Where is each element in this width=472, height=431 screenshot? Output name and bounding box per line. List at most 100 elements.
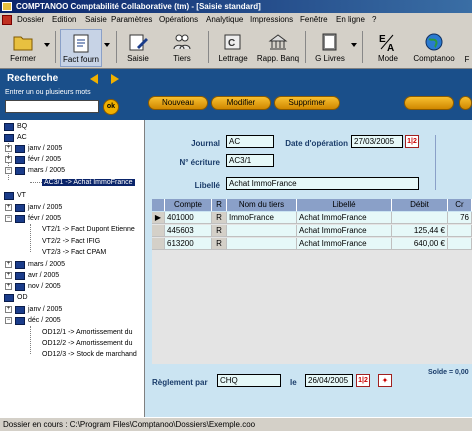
menu-help[interactable]: ? <box>372 13 376 27</box>
expand-icon[interactable]: + <box>5 261 12 268</box>
tree-entry-vt2-1[interactable]: VT2/1 -> Fact Dupont Etienne <box>42 224 135 235</box>
col-libelle[interactable]: Libellé <box>297 199 392 211</box>
reglement-field[interactable]: CHQ <box>217 374 281 387</box>
tree-node-ac-mars[interactable]: mars / 2005 <box>15 165 65 176</box>
menu-dossier[interactable]: Dossier <box>17 13 44 27</box>
globe-icon <box>425 33 443 51</box>
g-livres-button[interactable]: G Livres <box>310 29 350 67</box>
col-r[interactable]: R <box>212 199 227 211</box>
fact-fourn-dropdown-icon[interactable] <box>104 43 110 47</box>
libelle-label: Libellé <box>194 181 220 190</box>
reglement-action-icon[interactable]: ✦ <box>378 374 392 387</box>
tree-node-vt[interactable]: VT <box>4 190 26 201</box>
tiers-button[interactable]: Tiers <box>165 29 199 67</box>
ledger-book-icon <box>322 33 337 51</box>
reglement-date-field[interactable]: 26/04/2005 <box>305 374 353 387</box>
expand-icon[interactable]: + <box>5 272 12 279</box>
tree-node-bq[interactable]: BQ <box>4 121 27 132</box>
app-icon <box>2 2 12 11</box>
tree-entry-od12-2[interactable]: OD12/2 -> Amortissement du <box>42 338 132 349</box>
tree-entry-od12-3[interactable]: OD12/3 -> Stock de marchand <box>42 349 137 360</box>
rapp-banq-button[interactable]: Rapp. Banq <box>256 29 300 67</box>
book-icon <box>15 283 25 291</box>
modifier-button[interactable]: Modifier <box>211 96 271 110</box>
ecriture-field[interactable]: AC3/1 <box>226 154 274 167</box>
book-icon <box>4 134 14 142</box>
window-title: COMPTANOO Comptabilité Collaborative (tm… <box>16 2 261 11</box>
tree-node-vt-nov[interactable]: nov / 2005 <box>15 281 61 292</box>
pen-icon <box>129 34 148 51</box>
menu-bar: Dossier Edition Saisie Paramètres Opérat… <box>0 13 472 27</box>
tree-entry-od12-1[interactable]: OD12/1 -> Amortissement du <box>42 327 132 338</box>
fermer-dropdown-icon[interactable] <box>44 43 50 47</box>
tree-node-od-dec[interactable]: déc / 2005 <box>15 315 61 326</box>
menu-saisie[interactable]: Saisie <box>85 13 107 27</box>
people-icon <box>173 34 191 50</box>
supprimer-button[interactable]: Supprimer <box>274 96 340 110</box>
menu-analytique[interactable]: Analytique <box>206 13 243 27</box>
tree-node-od-janv[interactable]: janv / 2005 <box>15 304 62 315</box>
collapse-icon[interactable]: − <box>5 167 12 174</box>
book-icon <box>15 272 25 280</box>
collapse-icon[interactable]: − <box>5 317 12 324</box>
mode-button[interactable]: EA Mode <box>373 29 403 67</box>
journal-tree: BQ AC + janv / 2005 + févr / 2005 − mars… <box>0 120 145 417</box>
svg-text:E: E <box>379 34 386 45</box>
tree-node-vt-mars[interactable]: mars / 2005 <box>15 259 65 270</box>
disabled-action-button[interactable] <box>404 96 454 110</box>
calendar-icon[interactable]: 1|2 <box>356 374 370 387</box>
menu-edition[interactable]: Edition <box>52 13 76 27</box>
libelle-field[interactable]: Achat ImmoFrance <box>226 177 419 190</box>
tree-node-ac-janv[interactable]: janv / 2005 <box>15 143 62 154</box>
tree-node-vt-avr[interactable]: avr / 2005 <box>15 270 59 281</box>
col-credit[interactable]: Cr <box>448 199 472 211</box>
solde-text: Solde = 0,00 <box>428 369 469 376</box>
tree-node-od[interactable]: OD <box>4 292 28 303</box>
nouveau-button[interactable]: Nouveau <box>148 96 208 110</box>
action-bar: Nouveau Modifier Supprimer <box>145 69 472 120</box>
disabled-action-button-2[interactable] <box>459 96 472 110</box>
expand-icon[interactable]: + <box>5 156 12 163</box>
fermer-button[interactable]: Fermer <box>4 29 42 67</box>
tree-node-ac[interactable]: AC <box>4 132 27 143</box>
tree-entry-vt2-2[interactable]: VT2/2 -> Fact IFIG <box>42 236 100 247</box>
document-menu-icon[interactable] <box>2 15 12 25</box>
search-ok-button[interactable]: ok <box>103 99 119 115</box>
invoice-icon <box>73 34 89 53</box>
search-input[interactable] <box>5 100 99 113</box>
col-compte[interactable]: Compte <box>165 199 212 211</box>
expand-icon[interactable]: + <box>5 145 12 152</box>
expand-icon[interactable]: + <box>5 306 12 313</box>
expand-icon[interactable]: + <box>5 204 12 211</box>
saisie-button[interactable]: Saisie <box>122 29 154 67</box>
tree-node-vt-fevr[interactable]: févr / 2005 <box>15 213 61 224</box>
next-arrow-icon[interactable] <box>111 74 119 84</box>
calendar-icon[interactable]: 1|2 <box>405 135 419 148</box>
menu-operations[interactable]: Opérations <box>159 13 198 27</box>
tree-entry-ac3-1[interactable]: AC3/1 -> Achat ImmoFrance <box>42 177 135 188</box>
menu-impressions[interactable]: Impressions <box>250 13 293 27</box>
col-debit[interactable]: Débit <box>392 199 448 211</box>
fact-fourn-button[interactable]: Fact fourn <box>60 29 102 67</box>
menu-parametres[interactable]: Paramètres <box>111 13 152 27</box>
folder-icon <box>13 36 33 51</box>
expand-icon[interactable]: + <box>5 283 12 290</box>
book-icon <box>15 167 25 175</box>
col-tiers[interactable]: Nom du tiers <box>227 199 297 211</box>
lettrage-button[interactable]: C Lettrage <box>213 29 253 67</box>
menu-fenetre[interactable]: Fenêtre <box>300 13 328 27</box>
journal-field[interactable]: AC <box>226 135 274 148</box>
g-livres-dropdown-icon[interactable] <box>351 43 357 47</box>
book-icon <box>15 261 25 269</box>
menu-en-ligne[interactable]: En ligne <box>336 13 365 27</box>
tree-node-ac-fevr[interactable]: févr / 2005 <box>15 154 61 165</box>
collapse-icon[interactable]: − <box>5 215 12 222</box>
f-button[interactable]: F <box>462 29 472 67</box>
tree-entry-vt2-3[interactable]: VT2/3 -> Fact CPAM <box>42 247 106 258</box>
ecriture-label: N° écriture <box>179 158 220 167</box>
tree-node-vt-janv[interactable]: janv / 2005 <box>15 202 62 213</box>
comptanoo-button[interactable]: Comptanoo <box>412 29 456 67</box>
date-field[interactable]: 27/03/2005 <box>351 135 403 148</box>
book-icon <box>15 215 25 223</box>
prev-arrow-icon[interactable] <box>90 74 98 84</box>
